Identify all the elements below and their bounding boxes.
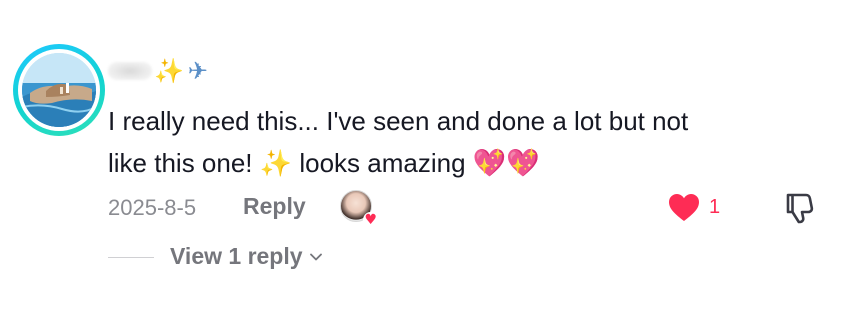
heart-icon	[669, 194, 699, 221]
view-replies-label: View 1 reply	[170, 243, 303, 269]
comment-text: I really need this... I've seen and done…	[108, 100, 808, 185]
sparkle-emoji: ✨	[154, 57, 184, 85]
dislike-button[interactable]	[780, 188, 820, 228]
sparkling-heart-emojis: 💖💖	[472, 148, 541, 179]
comment-text-part2: looks amazing	[292, 148, 473, 178]
username-row[interactable]: ✨ ✈	[108, 56, 208, 86]
like-button[interactable]	[666, 190, 702, 226]
replies-divider	[108, 257, 154, 258]
comment-date: 2025-8-5	[108, 195, 197, 220]
beach-photo-graphic	[22, 53, 96, 127]
creator-heart-icon: ♥	[363, 212, 378, 228]
comment-text-line2: like this one! ✨ looks amazing 💖💖	[108, 142, 808, 185]
comment-text-part1: like this one!	[108, 148, 260, 178]
reply-button[interactable]: Reply	[243, 193, 306, 220]
chevron-down-icon	[309, 253, 322, 260]
like-count: 1	[709, 196, 721, 218]
airplane-emoji: ✈	[187, 57, 208, 85]
thumbs-down-icon	[786, 193, 814, 224]
view-replies-button[interactable]: View 1 reply	[170, 243, 323, 270]
comment-item: ✨ ✈ I really need this... I've seen and …	[0, 0, 846, 313]
comment-text-line1: I really need this... I've seen and done…	[108, 106, 689, 136]
creator-liked-badge: ♥	[340, 190, 378, 228]
user-avatar[interactable]	[13, 44, 105, 136]
sparkle-emoji-inline: ✨	[259, 149, 293, 179]
avatar-photo	[22, 53, 96, 127]
username-blurred	[108, 62, 152, 80]
avatar-gap	[18, 49, 100, 131]
